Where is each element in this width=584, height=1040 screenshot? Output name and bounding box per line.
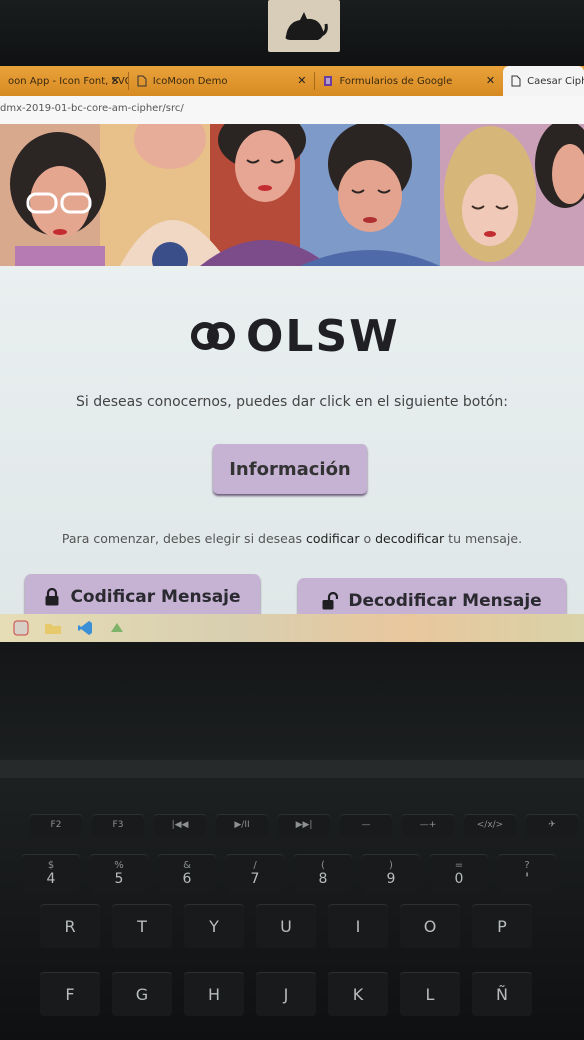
close-icon[interactable]: ✕ [111,74,120,87]
instructions-part: tu mensaje. [444,531,523,546]
letter-key[interactable]: U [256,904,316,948]
encode-word: codificar [306,531,360,546]
intro-text: Si deseas conocernos, puedes dar click e… [76,394,508,410]
screen: oon App - Icon Font, SVG ✕ IcoMoon Demo … [0,66,584,642]
folder-icon[interactable] [42,619,64,637]
instructions-text: Para comenzar, debes elegir si deseas co… [0,531,584,546]
url-text: dmx-2019-01-bc-core-am-cipher/src/ [0,103,184,114]
forms-icon [324,76,333,86]
vscode-icon[interactable] [74,619,96,637]
logo-text: OLSW [246,310,400,362]
women-illustration-banner [0,124,584,266]
close-icon[interactable]: ✕ [486,74,495,87]
letter-key[interactable]: O [400,904,460,948]
number-key[interactable]: /7 [226,854,284,894]
browser-tab-bar: oon App - Icon Font, SVG ✕ IcoMoon Demo … [0,66,584,96]
letter-key[interactable]: J [256,972,316,1016]
laptop-hinge [0,760,584,778]
letter-key[interactable]: I [328,904,388,948]
address-bar[interactable]: dmx-2019-01-bc-core-am-cipher/src/ [0,96,584,125]
app-icon[interactable] [10,619,32,637]
number-key[interactable]: ? ' [498,854,556,894]
linked-rings-logo-icon [191,322,235,350]
function-key[interactable]: ▶▶| [278,814,330,836]
letter-key[interactable]: Ñ [472,972,532,1016]
letter-key[interactable]: G [112,972,172,1016]
page-icon [511,75,521,87]
tab-label: Formularios de Google [339,75,453,87]
function-key[interactable]: ▶/II [216,814,268,836]
laptop-keyboard-area: F2 F3 |◀◀ ▶/II ▶▶| — —+ </x/> ✈ $4% 5 & 6/7(8) 9 = 0? ' R… [0,642,584,1040]
number-key[interactable]: % 5 [90,854,148,894]
letter-key[interactable]: L [400,972,460,1016]
women-illustration [0,124,584,266]
letter-key[interactable]: T [112,904,172,948]
function-key[interactable]: —+ [402,814,454,836]
cat-sticker [268,0,340,52]
tab-icon-font[interactable]: oon App - Icon Font, SVG ✕ [0,66,128,96]
app-icon[interactable] [106,619,128,637]
number-key[interactable]: = 0 [430,854,488,894]
letter-key[interactable]: F [40,972,100,1016]
function-key[interactable]: F3 [92,814,144,836]
unlock-icon [322,592,339,610]
function-key[interactable]: </x/> [464,814,516,836]
instructions-part: Para comenzar, debes elegir si deseas [61,531,306,546]
function-key[interactable]: |◀◀ [154,814,206,836]
tab-label: IcoMoon Demo [152,75,228,87]
function-key[interactable]: ✈ [526,814,578,836]
letter-key[interactable]: R [40,904,100,948]
letter-key[interactable]: Y [184,904,244,948]
number-key[interactable]: & 6 [158,854,216,894]
encode-button-label: Codificar Mensaje [70,587,241,607]
decode-button-label: Decodificar Mensaje [348,591,542,611]
function-key[interactable]: F2 [30,814,82,836]
lock-icon [45,588,59,606]
web-page: OLSW Si deseas conocernos, puedes dar cl… [0,124,584,624]
page-icon [137,75,147,87]
cat-icon [285,12,328,40]
tab-formularios-google[interactable]: Formularios de Google ✕ [315,66,503,96]
tab-label: Caesar Ciph [527,75,584,87]
instructions-part: o [359,531,376,546]
tab-caesar-cipher[interactable]: Caesar Ciph [503,66,584,96]
close-icon[interactable]: ✕ [297,74,306,87]
number-key[interactable]: (8 [294,854,352,894]
olsw-logo: OLSW [190,310,400,362]
letter-key[interactable]: P [472,904,532,948]
tab-icomoon-demo[interactable]: IcoMoon Demo ✕ [129,66,315,96]
letter-key[interactable]: H [184,972,244,1016]
os-taskbar [0,614,584,642]
letter-key[interactable]: K [328,972,388,1016]
number-key[interactable]: $4 [22,854,80,894]
function-key[interactable]: — [340,814,392,836]
decode-word: decodificar [375,531,445,546]
informacion-button[interactable]: Información [213,444,367,494]
number-key[interactable]: ) 9 [362,854,420,894]
